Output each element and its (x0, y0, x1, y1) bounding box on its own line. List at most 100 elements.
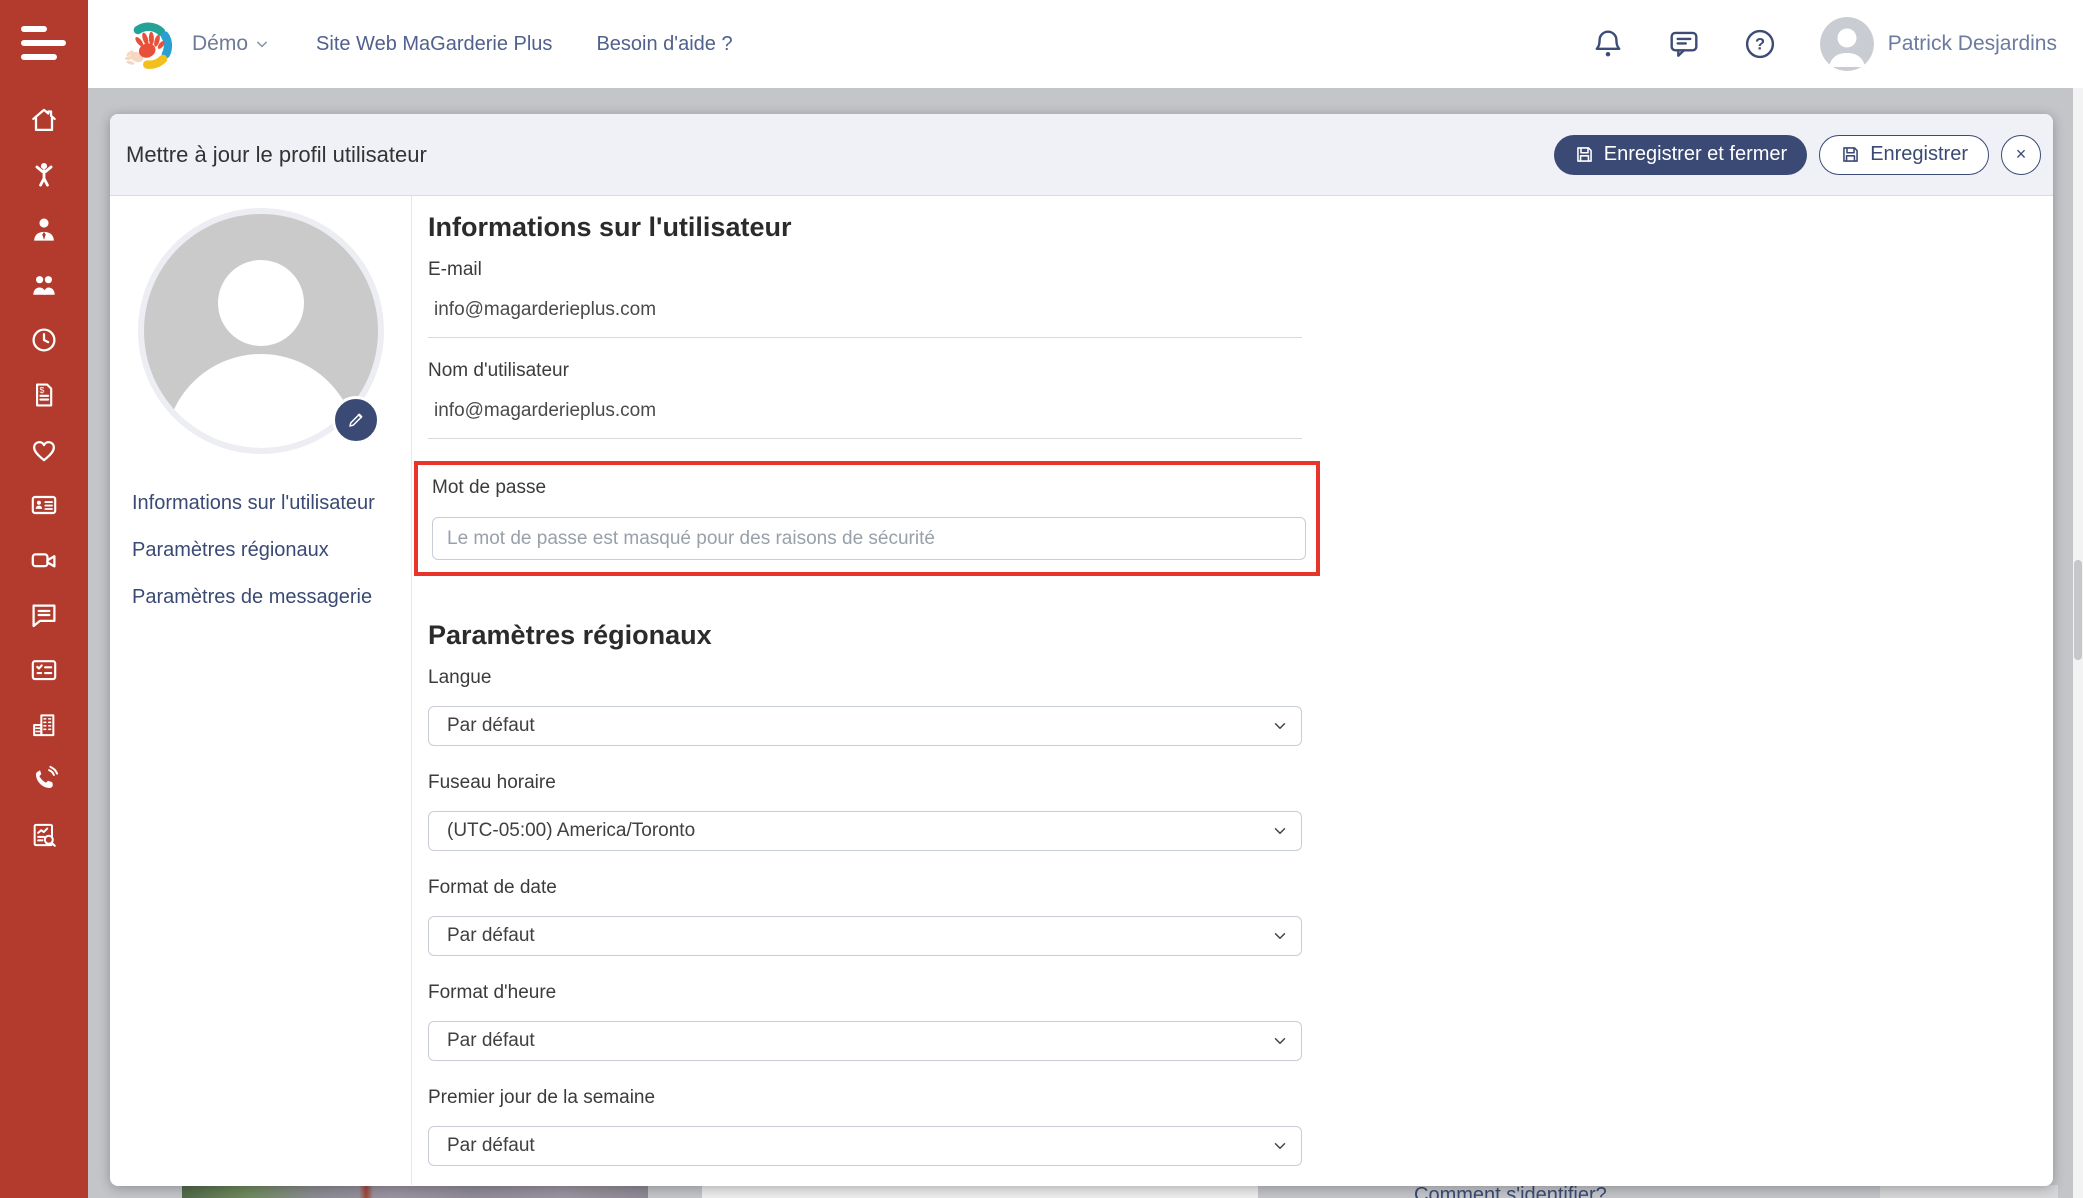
sidebar-item-attendance[interactable] (27, 323, 61, 357)
chat-bubble-icon (28, 599, 60, 631)
edit-avatar-button[interactable] (332, 396, 380, 444)
avatar-placeholder-icon (1820, 17, 1874, 71)
save-icon (1574, 144, 1595, 165)
profile-avatar (138, 208, 384, 454)
password-label: Mot de passe (432, 477, 1298, 499)
modal-actions: Enregistrer et fermer Enregistrer × (1554, 135, 2041, 175)
help-icon[interactable]: ? (1742, 26, 1778, 62)
topbar: Démo Site Web MaGarderie Plus Besoin d'a… (88, 0, 2083, 88)
nav-user-information[interactable]: Informations sur l'utilisateur (132, 492, 411, 515)
sidebar: $ (0, 0, 88, 1198)
time-format-value: Par défaut (447, 1030, 535, 1052)
email-label: E-mail (428, 259, 2053, 281)
password-highlight-annotation: Mot de passe (414, 461, 1320, 576)
sidebar-item-health[interactable] (27, 433, 61, 467)
nav-messaging-settings[interactable]: Paramètres de messagerie (132, 586, 411, 609)
nav-link-help[interactable]: Besoin d'aide ? (596, 33, 732, 56)
chevron-down-icon (1271, 1032, 1289, 1050)
sidebar-item-organization[interactable] (27, 708, 61, 742)
nav-link-website[interactable]: Site Web MaGarderie Plus (316, 33, 552, 56)
first-day-field-group: Premier jour de la semaine Par défaut (428, 1087, 2053, 1166)
chevron-down-icon (252, 34, 272, 54)
notifications-bell-icon[interactable] (1590, 26, 1626, 62)
sidebar-item-contacts[interactable] (27, 488, 61, 522)
update-profile-modal: Mettre à jour le profil utilisateur Enre… (110, 114, 2053, 1186)
sidebar-item-home[interactable] (27, 103, 61, 137)
chevron-down-icon (1271, 822, 1289, 840)
email-field[interactable]: info@magarderieplus.com (428, 299, 1302, 338)
time-format-field-group: Format d'heure Par défaut (428, 982, 2053, 1061)
id-card-icon (28, 489, 60, 521)
organization-switcher[interactable]: Démo (192, 32, 272, 56)
first-day-select[interactable]: Par défaut (428, 1126, 1302, 1166)
educator-icon (28, 214, 60, 246)
language-value: Par défaut (447, 715, 535, 737)
profile-section-nav: Informations sur l'utilisateur Paramètre… (132, 492, 411, 609)
sidebar-item-reports[interactable] (27, 818, 61, 852)
modal-title: Mettre à jour le profil utilisateur (126, 142, 427, 168)
topbar-right: ? Patrick Desjardins (1550, 17, 2057, 71)
sidebar-item-calls[interactable] (27, 763, 61, 797)
hamburger-bar (21, 54, 57, 60)
sidebar-item-video[interactable] (27, 543, 61, 577)
save-label: Enregistrer (1870, 143, 1968, 166)
sidebar-item-billing[interactable]: $ (27, 378, 61, 412)
sidebar-icons: $ (27, 103, 61, 852)
modal-body: Informations sur l'utilisateur Paramètre… (110, 196, 2053, 1185)
time-format-select[interactable]: Par défaut (428, 1021, 1302, 1061)
username-label: Nom d'utilisateur (428, 360, 2053, 382)
hamburger-menu-icon[interactable] (21, 26, 67, 60)
background-photo-fragment (182, 1185, 648, 1198)
nav-regional-settings[interactable]: Paramètres régionaux (132, 539, 411, 562)
save-button[interactable]: Enregistrer (1819, 135, 1989, 175)
time-format-label: Format d'heure (428, 982, 2053, 1004)
user-info-heading: Informations sur l'utilisateur (428, 212, 2053, 243)
magarderie-logo (122, 16, 178, 72)
language-label: Langue (428, 667, 2053, 689)
messages-icon[interactable] (1666, 26, 1702, 62)
save-icon (1840, 144, 1861, 165)
language-select[interactable]: Par défaut (428, 706, 1302, 746)
regional-settings-heading: Paramètres régionaux (428, 620, 2053, 651)
sidebar-item-families[interactable] (27, 268, 61, 302)
chevron-down-icon (1271, 1137, 1289, 1155)
organization-name: Démo (192, 32, 248, 56)
child-icon (28, 159, 60, 191)
email-field-group: E-mail info@magarderieplus.com (428, 259, 2053, 338)
timezone-select[interactable]: (UTC-05:00) America/Toronto (428, 811, 1302, 851)
date-format-label: Format de date (428, 877, 2053, 899)
sidebar-item-children[interactable] (27, 158, 61, 192)
timezone-field-group: Fuseau horaire (UTC-05:00) America/Toron… (428, 772, 2053, 851)
language-field-group: Langue Par défaut (428, 667, 2053, 746)
save-and-close-button[interactable]: Enregistrer et fermer (1554, 135, 1807, 175)
close-button[interactable]: × (2001, 135, 2041, 175)
username-field[interactable]: info@magarderieplus.com (428, 400, 1302, 439)
timezone-value: (UTC-05:00) America/Toronto (447, 820, 695, 842)
sidebar-item-messages[interactable] (27, 598, 61, 632)
timezone-label: Fuseau horaire (428, 772, 2053, 794)
background-partial-text: Comment s'identifier? (1414, 1184, 1607, 1198)
checklist-icon (28, 654, 60, 686)
background-card-fragment (1880, 1185, 2058, 1198)
modal-backdrop: Comment s'identifier? Mettre à jour le p… (88, 88, 2083, 1198)
svg-text:?: ? (1755, 35, 1765, 53)
scrollbar-thumb[interactable] (2074, 560, 2082, 660)
video-camera-icon (28, 544, 60, 576)
date-format-select[interactable]: Par défaut (428, 916, 1302, 956)
svg-text:$: $ (39, 385, 44, 395)
report-search-icon (28, 819, 60, 851)
sidebar-item-educators[interactable] (27, 213, 61, 247)
page-scrollbar[interactable] (2073, 88, 2083, 1198)
save-and-close-label: Enregistrer et fermer (1604, 143, 1787, 166)
first-day-label: Premier jour de la semaine (428, 1087, 2053, 1109)
user-avatar[interactable] (1820, 17, 1874, 71)
pencil-icon (345, 409, 367, 431)
home-icon (28, 104, 60, 136)
sidebar-item-tasks[interactable] (27, 653, 61, 687)
chevron-down-icon (1271, 927, 1289, 945)
chevron-down-icon (1271, 717, 1289, 735)
user-name[interactable]: Patrick Desjardins (1888, 32, 2057, 56)
password-input[interactable] (432, 517, 1306, 560)
hamburger-bar (21, 40, 66, 46)
profile-form: Informations sur l'utilisateur E-mail in… (412, 196, 2053, 1185)
